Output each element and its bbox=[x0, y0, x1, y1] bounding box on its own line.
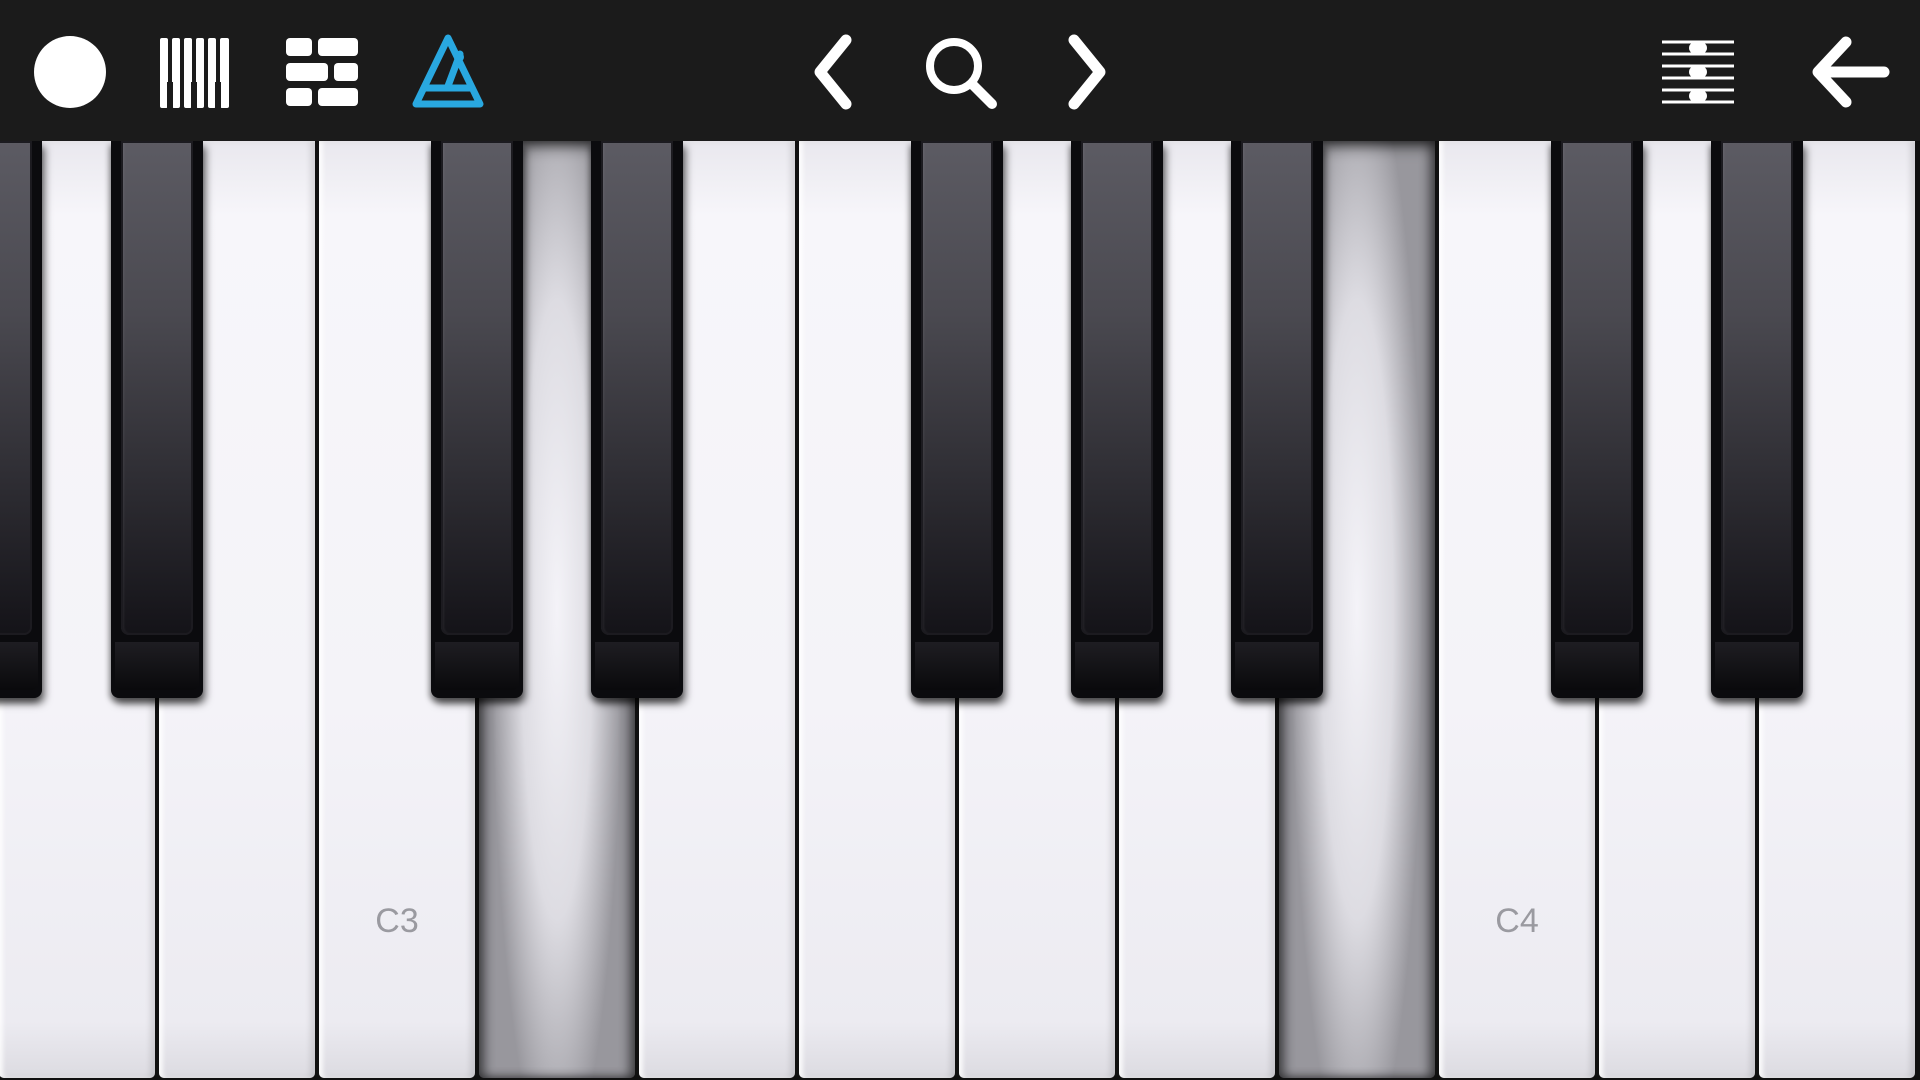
black-key-face bbox=[921, 141, 993, 635]
record-button[interactable] bbox=[22, 24, 118, 120]
black-key[interactable] bbox=[591, 141, 683, 698]
layout-grid-icon bbox=[286, 38, 358, 106]
black-key-lip bbox=[1075, 642, 1159, 690]
metronome-icon bbox=[412, 34, 484, 108]
black-key[interactable] bbox=[911, 141, 1003, 698]
black-key-face bbox=[441, 141, 513, 635]
key-label: C3 bbox=[375, 902, 419, 940]
chevron-left-icon bbox=[814, 34, 852, 110]
piano-keyboard: C3 C4 bbox=[0, 141, 1920, 1080]
piano-app: C3 C4 bbox=[0, 0, 1920, 1080]
black-key[interactable] bbox=[1231, 141, 1323, 698]
keyboard-layout-button[interactable] bbox=[148, 24, 244, 120]
search-icon bbox=[926, 38, 997, 109]
black-key-face bbox=[601, 141, 673, 635]
black-key[interactable] bbox=[1071, 141, 1163, 698]
key-label: C4 bbox=[1495, 902, 1539, 940]
black-key-face bbox=[121, 141, 193, 635]
chevron-right-icon bbox=[1068, 34, 1106, 110]
black-key-face bbox=[1081, 141, 1153, 635]
black-key-lip bbox=[115, 642, 199, 690]
arrow-left-icon bbox=[1812, 36, 1890, 108]
back-button[interactable] bbox=[1802, 24, 1898, 120]
black-key-lip bbox=[0, 642, 38, 690]
zoom-button[interactable] bbox=[912, 24, 1008, 120]
black-key-face bbox=[1721, 141, 1793, 635]
scroll-left-button[interactable] bbox=[786, 24, 882, 120]
black-key-lip bbox=[1715, 642, 1799, 690]
black-key[interactable] bbox=[1711, 141, 1803, 698]
sliders-icon bbox=[1662, 40, 1734, 104]
black-key-lip bbox=[1235, 642, 1319, 690]
black-key-face bbox=[1561, 141, 1633, 635]
black-key[interactable] bbox=[1551, 141, 1643, 698]
black-key-lip bbox=[1555, 642, 1639, 690]
toolbar bbox=[0, 0, 1920, 141]
black-key-lip bbox=[595, 642, 679, 690]
black-key[interactable] bbox=[0, 141, 42, 698]
black-key[interactable] bbox=[111, 141, 203, 698]
black-key-lip bbox=[915, 642, 999, 690]
black-key-face bbox=[0, 141, 32, 635]
scroll-right-button[interactable] bbox=[1038, 24, 1134, 120]
metronome-button[interactable] bbox=[400, 24, 496, 120]
settings-button[interactable] bbox=[1650, 24, 1746, 120]
black-key-face bbox=[1241, 141, 1313, 635]
piano-keys-icon bbox=[160, 38, 229, 108]
black-key[interactable] bbox=[431, 141, 523, 698]
black-key-lip bbox=[435, 642, 519, 690]
record-circle-icon bbox=[34, 36, 106, 108]
split-layout-button[interactable] bbox=[274, 24, 370, 120]
